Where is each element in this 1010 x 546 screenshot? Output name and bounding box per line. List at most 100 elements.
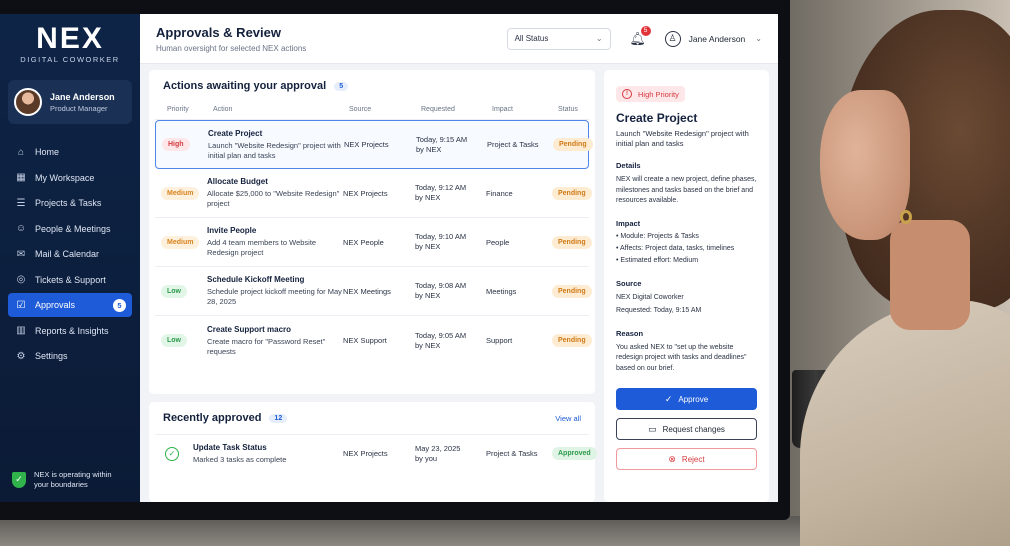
- impact-cell: Project & Tasks: [487, 140, 539, 149]
- source-cell: NEX Meetings: [343, 286, 391, 296]
- requested-time: Today, 9:08 AM: [415, 281, 467, 290]
- recent-title: Recently approved: [163, 412, 262, 424]
- priority-badge: Medium: [161, 235, 200, 249]
- impact-cell: Support: [486, 336, 513, 345]
- source-heading: Source: [616, 278, 642, 288]
- detail-panel: ! High Priority Create Project Launch "We…: [604, 70, 769, 502]
- detail-subtitle: Launch "Website Redesign" project with i…: [616, 129, 749, 148]
- list-icon: ☰: [16, 197, 26, 209]
- status-badge: Pending: [552, 334, 592, 347]
- user-card[interactable]: Jane Anderson Product Manager: [8, 80, 132, 124]
- sidebar-item-workspace[interactable]: ▦ My Workspace: [8, 166, 132, 190]
- chevron-down-icon: ⌄: [595, 34, 603, 43]
- table-row[interactable]: Medium Allocate Budget Allocate $25,000 t…: [155, 169, 592, 218]
- action-description: Add 4 team members to Website Redesign p…: [207, 238, 317, 257]
- source-name: NEX Digital Coworker: [616, 293, 684, 301]
- impact-cell: Project & Tasks: [486, 449, 538, 458]
- request-changes-button[interactable]: ▭ Request changes: [616, 418, 757, 440]
- sidebar-item-label: Home: [35, 147, 60, 157]
- col-impact: Impact: [492, 106, 514, 113]
- reject-label: Reject: [681, 454, 705, 464]
- sidebar-item-projects[interactable]: ☰ Projects & Tasks: [8, 191, 132, 215]
- approve-label: Approve: [678, 394, 709, 404]
- user-menu[interactable]: ♙ Jane Anderson ⌄: [664, 30, 762, 47]
- requested-by: by NEX: [415, 291, 441, 300]
- list-item[interactable]: ✓ Update Task Status Marked 3 tasks as co…: [155, 434, 597, 464]
- sidebar-item-mail[interactable]: ✉ Mail & Calendar: [8, 242, 132, 266]
- requested-by: by NEX: [415, 242, 441, 251]
- sidebar-item-reports[interactable]: ▥ Reports & Insights: [8, 319, 132, 343]
- request-changes-label: Request changes: [662, 424, 725, 434]
- avatar: [14, 88, 42, 116]
- impact-heading: Impact: [616, 218, 641, 228]
- priority-badge: High: [162, 138, 190, 151]
- view-all-link[interactable]: View all: [555, 414, 581, 423]
- source-cell: NEX Projects: [344, 140, 389, 149]
- priority-badge: Low: [161, 334, 187, 347]
- safety-text: NEX is operating within your boundaries: [34, 470, 112, 489]
- reason-text: You asked NEX to "set up the website red…: [616, 343, 747, 372]
- notifications-button[interactable]: 🔔︎ 5: [629, 25, 651, 47]
- comment-icon: ▭: [648, 423, 657, 434]
- sidebar-item-settings[interactable]: ⚙ Settings: [8, 344, 132, 368]
- source-cell: NEX People: [343, 237, 384, 247]
- mail-icon: ✉: [16, 248, 26, 260]
- table-row[interactable]: High Create Project Launch "Website Redes…: [155, 120, 593, 169]
- reason-heading: Reason: [616, 328, 644, 338]
- x-circle-icon: ⊗: [668, 453, 676, 464]
- action-title: Allocate Budget: [207, 177, 268, 186]
- status-badge: Pending: [552, 186, 592, 200]
- action-description: Allocate $25,000 to "Website Redesign" p…: [207, 189, 340, 208]
- requested-time: Today, 9:05 AM: [415, 330, 467, 340]
- sidebar-item-approvals[interactable]: ☑ Approvals 5: [8, 293, 132, 317]
- sidebar-item-people[interactable]: ☺ People & Meetings: [8, 217, 132, 241]
- sidebar-item-home[interactable]: ⌂ Home: [8, 140, 132, 164]
- table-row[interactable]: Medium Invite People Add 4 team members t…: [155, 218, 592, 267]
- source-cell: NEX Support: [343, 336, 387, 345]
- impact-list: • Module: Projects & Tasks • Affects: Pr…: [616, 231, 757, 267]
- table-row[interactable]: Low Schedule Kickoff Meeting Schedule pro…: [155, 267, 592, 316]
- check-circle-icon: ✓: [664, 393, 673, 404]
- sidebar-item-label: Mail & Calendar: [35, 249, 100, 259]
- logo[interactable]: NEX DIGITAL COWORKER: [0, 24, 140, 65]
- user-icon: ♙: [664, 30, 681, 47]
- table-row[interactable]: Low Create Support macro Create macro for…: [155, 316, 592, 365]
- action-title: Schedule Kickoff Meeting: [207, 275, 305, 284]
- requested-time: Today, 9:10 AM: [415, 232, 467, 241]
- main-area: Approvals & Review Human oversight for s…: [140, 14, 778, 502]
- gear-icon: ⚙: [16, 350, 26, 362]
- status-badge: Approved: [552, 447, 597, 460]
- col-source: Source: [349, 106, 372, 113]
- approvals-icon: ☑: [16, 299, 26, 311]
- action-title: Invite People: [207, 226, 257, 235]
- sidebar-nav: ⌂ Home ▦ My Workspace ☰ Projects & Tasks ☺ P…: [0, 140, 140, 368]
- priority-badge: Medium: [161, 186, 200, 200]
- impact-cell: People: [486, 237, 510, 247]
- recent-count-badge: 12: [269, 413, 288, 423]
- action-description: Launch "Website Redesign" project with i…: [208, 140, 341, 160]
- check-circle-icon: ✓: [165, 446, 179, 461]
- status-filter-select[interactable]: All Status ⌄: [506, 27, 611, 50]
- sidebar-item-label: Reports & Insights: [35, 325, 109, 336]
- requested-by: by NEX: [415, 193, 441, 202]
- approved-by: by you: [415, 453, 438, 463]
- reject-button[interactable]: ⊗ Reject: [616, 448, 757, 470]
- approved-date: May 23, 2025: [415, 443, 461, 453]
- shield-check-icon: ✓: [12, 472, 26, 488]
- approved-description: Marked 3 tasks as complete: [193, 455, 287, 464]
- approve-button[interactable]: ✓ Approve: [616, 388, 757, 410]
- col-priority: Priority: [167, 106, 189, 113]
- sidebar-item-label: Settings: [35, 351, 68, 361]
- source-cell: NEX Projects: [343, 188, 388, 198]
- impact-cell: Meetings: [486, 286, 517, 296]
- requested-time: Today, 9:15 AM: [416, 134, 468, 144]
- approved-title: Update Task Status: [193, 443, 267, 452]
- sidebar-item-label: Approvals: [35, 300, 76, 310]
- col-action: Action: [213, 106, 233, 113]
- action-title: Create Project: [208, 128, 263, 138]
- support-icon: ◎: [16, 274, 26, 285]
- sidebar-item-label: Projects & Tasks: [35, 198, 102, 208]
- requested-by: by NEX: [416, 144, 442, 154]
- user-name: Jane Anderson: [50, 91, 115, 102]
- sidebar-item-tickets[interactable]: ◎ Tickets & Support: [8, 268, 132, 292]
